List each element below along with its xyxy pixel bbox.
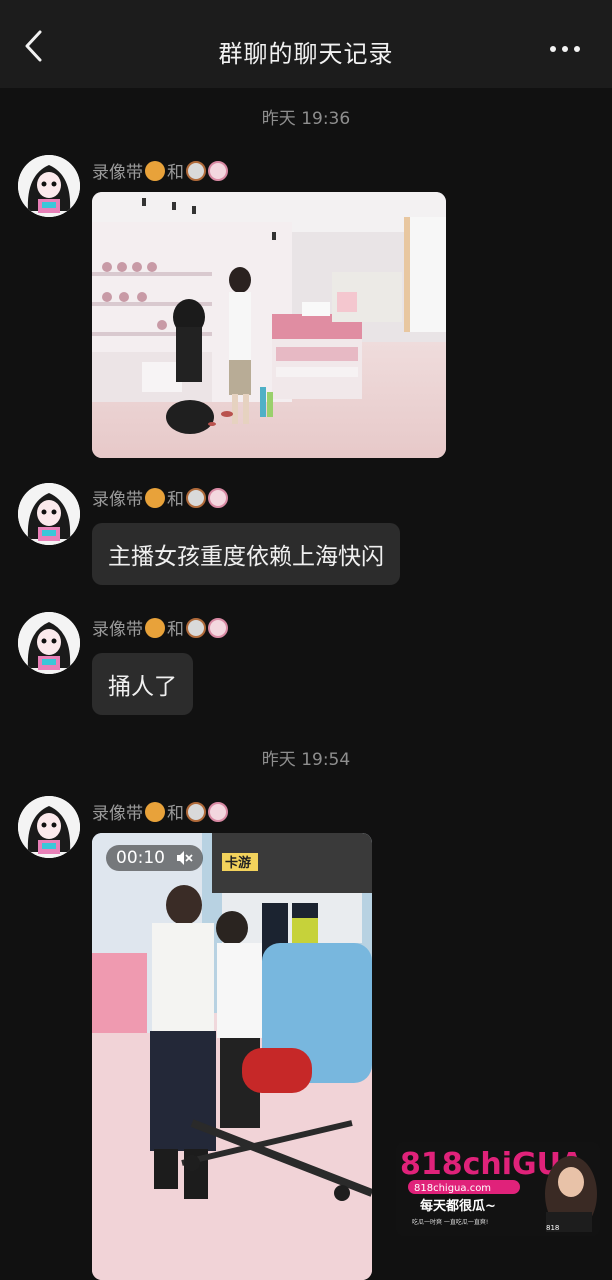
site-watermark: 818chiGUA 818chigua.com 每天都很瓜~ 吃瓜一时爽 一直吃…: [396, 1142, 600, 1236]
avatar-image: [18, 155, 80, 217]
avatar[interactable]: [18, 155, 80, 217]
avatar[interactable]: [18, 612, 80, 674]
sender-name-text: 录像带: [92, 620, 143, 640]
noodle-bowl-emoji-icon: [186, 487, 206, 508]
watermark-url: 818chigua.com: [414, 1183, 491, 1194]
page-title: 群聊的聊天记录: [218, 40, 394, 68]
avatar[interactable]: [18, 483, 80, 545]
watermark-slogan: 每天都很瓜~: [420, 1198, 496, 1214]
sender-name: 录像带 和: [92, 485, 228, 510]
noodle-bowl-emoji-icon: [186, 160, 206, 181]
timestamp: 昨天 19:54: [261, 750, 351, 770]
video-duration: 00:10: [116, 848, 165, 868]
watermark-tagline: 吃瓜一时爽 一直吃瓜一直爽!: [412, 1218, 488, 1226]
fish-cake-emoji-icon: [208, 801, 228, 822]
mute-icon[interactable]: [175, 850, 193, 866]
sender-name-conj: 和: [167, 163, 184, 183]
sender-name: 录像带 和: [92, 158, 228, 183]
fish-cake-emoji-icon: [208, 160, 228, 181]
store-photo: [92, 192, 446, 458]
sender-name: 录像带 和: [92, 615, 228, 640]
avatar-image: [18, 483, 80, 545]
chat-video[interactable]: 卡游 00:10: [92, 833, 372, 1280]
store-sign-text: 卡游: [225, 855, 251, 871]
sender-name: 录像带 和: [92, 799, 228, 824]
more-options-button[interactable]: [540, 34, 590, 64]
avatar[interactable]: [18, 796, 80, 858]
sender-name-text: 录像带: [92, 490, 143, 510]
sender-name-text: 录像带: [92, 804, 143, 824]
sender-name-conj: 和: [167, 620, 184, 640]
sender-name-conj: 和: [167, 490, 184, 510]
message-bubble[interactable]: 主播女孩重度依赖上海快闪: [92, 523, 400, 585]
sender-name-conj: 和: [167, 804, 184, 824]
noodle-bowl-emoji-icon: [186, 617, 206, 638]
video-thumbnail: 卡游: [92, 833, 372, 1280]
fish-cake-emoji-icon: [208, 487, 228, 508]
fish-cake-emoji-icon: [208, 617, 228, 638]
watermark-badge: 818: [546, 1224, 559, 1232]
burger-emoji-icon: [145, 160, 165, 181]
burger-emoji-icon: [145, 801, 165, 822]
message-bubble[interactable]: 捅人了: [92, 653, 193, 715]
sender-name-text: 录像带: [92, 163, 143, 183]
more-icon: [550, 46, 580, 52]
watermark-logo: 818chiGUA 818chigua.com 每天都很瓜~ 吃瓜一时爽 一直吃…: [396, 1142, 600, 1236]
burger-emoji-icon: [145, 617, 165, 638]
burger-emoji-icon: [145, 487, 165, 508]
timestamp: 昨天 19:36: [261, 109, 351, 129]
noodle-bowl-emoji-icon: [186, 801, 206, 822]
top-bar: 群聊的聊天记录: [0, 0, 612, 88]
video-duration-badge: 00:10: [106, 845, 203, 871]
avatar-image: [18, 796, 80, 858]
avatar-image: [18, 612, 80, 674]
chat-image-store[interactable]: [92, 192, 446, 458]
